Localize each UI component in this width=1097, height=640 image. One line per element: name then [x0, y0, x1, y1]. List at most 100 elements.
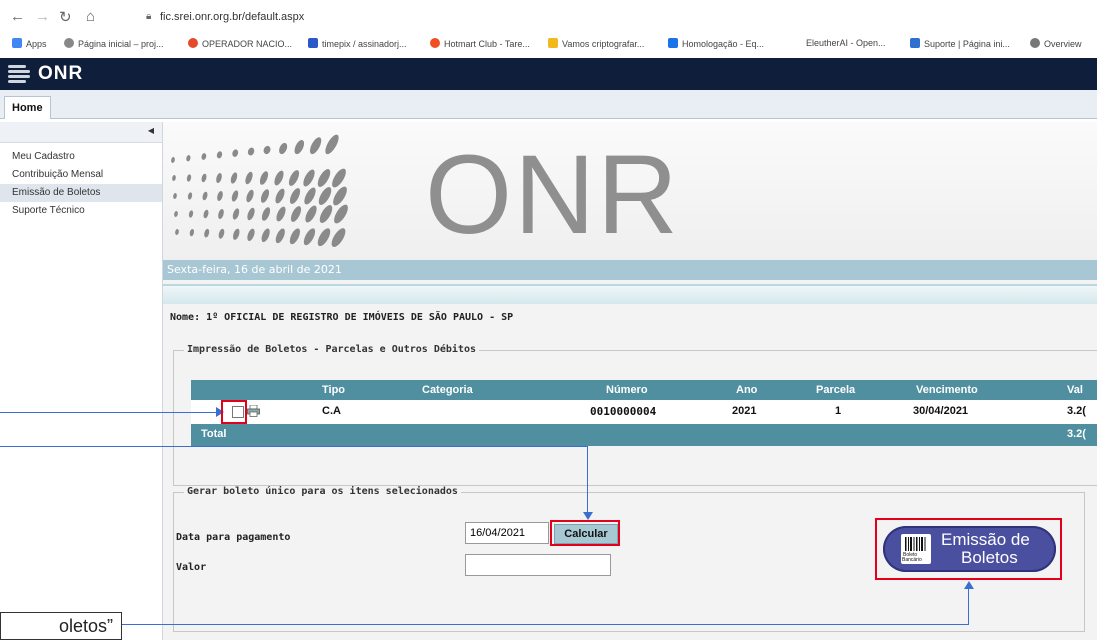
- swoosh-dot: [305, 205, 317, 223]
- arrow-to-calcular: [0, 446, 587, 447]
- arrowhead-icon: [583, 512, 593, 520]
- apps-grid-icon: [12, 38, 22, 48]
- callout-box: oletos”: [0, 612, 122, 640]
- registrant-name: Nome: 1º OFICIAL DE REGISTRO DE IMÓVEIS …: [170, 312, 514, 323]
- arrowhead-icon: [964, 581, 974, 589]
- swoosh-dot: [279, 142, 288, 155]
- banner-brand: ONR: [425, 132, 680, 257]
- swoosh-dot: [204, 228, 210, 238]
- forward-arrow-icon[interactable]: →: [35, 8, 50, 25]
- swoosh-dot: [260, 189, 270, 203]
- cell-ano: 2021: [732, 405, 757, 417]
- bookmark-item[interactable]: timepix / assinadorj...: [308, 38, 407, 49]
- bookmark-item[interactable]: Hotmart Club - Tare...: [430, 38, 530, 49]
- site-icon: [188, 38, 198, 48]
- col-categoria[interactable]: Categoria: [422, 384, 473, 396]
- total-label: Total: [201, 428, 227, 440]
- swoosh-dot: [275, 228, 285, 244]
- col-vencimento[interactable]: Vencimento: [916, 384, 978, 396]
- banner: ONR: [163, 122, 1097, 260]
- table-row: C.A 0010000004 2021 1 30/04/2021 3.2(: [191, 400, 1097, 424]
- home-icon[interactable]: ⌂: [86, 8, 95, 25]
- payment-date-input[interactable]: [465, 522, 549, 544]
- barcode-label-2: Bancário: [902, 557, 922, 563]
- swoosh-dot: [232, 149, 239, 157]
- sidebar-item-emissao-boletos[interactable]: Emissão de Boletos: [0, 184, 162, 202]
- arrow-to-boleto: [122, 624, 969, 625]
- swoosh-dot: [175, 229, 179, 235]
- grid-header-row: Tipo Categoria Número Ano Parcela Vencim…: [191, 380, 1097, 400]
- callout-text: oletos”: [58, 616, 113, 636]
- swoosh-dot: [309, 137, 322, 155]
- swoosh-dot: [290, 206, 302, 222]
- valor-input[interactable]: [465, 554, 611, 576]
- gear-icon: [1030, 38, 1040, 48]
- valor-label: Valor: [176, 562, 207, 573]
- swoosh-dot: [172, 175, 176, 181]
- swoosh-dot: [276, 206, 286, 222]
- swoosh-dot: [245, 171, 253, 185]
- swoosh-dot: [188, 210, 194, 218]
- bookmark-item[interactable]: Suporte | Página ini...: [910, 38, 1010, 49]
- swoosh-dot: [217, 191, 223, 201]
- calcular-button[interactable]: Calcular: [554, 524, 618, 544]
- col-ano[interactable]: Ano: [736, 384, 757, 396]
- site-icon: [308, 38, 318, 48]
- cell-parcela: 1: [835, 405, 842, 417]
- single-boleto-legend: Gerar boleto único para os itens selecio…: [184, 486, 461, 497]
- bookmark-item[interactable]: Vamos criptografar...: [548, 38, 644, 49]
- swoosh-dot: [247, 207, 255, 221]
- swoosh-dot: [332, 168, 346, 188]
- col-tipo[interactable]: Tipo: [322, 384, 345, 396]
- tab-home[interactable]: Home: [4, 96, 51, 119]
- swoosh-dot: [259, 171, 269, 185]
- reload-icon[interactable]: ↻: [59, 8, 72, 26]
- bookmark-apps[interactable]: Apps: [12, 38, 47, 49]
- swoosh-dot: [201, 153, 207, 160]
- onr-swoosh-graphic: [171, 134, 348, 247]
- swoosh-dot: [247, 228, 255, 242]
- swoosh-dot: [319, 205, 333, 223]
- print-icon[interactable]: [247, 405, 260, 417]
- url-field[interactable]: fic.srei.onr.org.br/default.aspx: [160, 11, 304, 23]
- bookmark-item[interactable]: OPERADOR NACIO...: [188, 38, 292, 49]
- col-valor[interactable]: Val: [1067, 384, 1083, 396]
- swoosh-dot: [317, 169, 331, 187]
- boleto-button-line1: Emissão de: [941, 530, 1030, 549]
- emissao-boletos-button[interactable]: Boleto Bancário Emissão de Boletos: [883, 526, 1056, 572]
- sidebar-item-contribuicao[interactable]: Contribuição Mensal: [0, 166, 162, 184]
- globe-icon: [64, 38, 74, 48]
- swoosh-dot: [294, 140, 305, 155]
- azure-icon: [668, 38, 678, 48]
- site-icon: [910, 38, 920, 48]
- onr-logo-icon: [8, 63, 30, 85]
- swoosh-dot: [333, 186, 347, 206]
- swoosh-dot: [187, 192, 193, 200]
- back-arrow-icon[interactable]: ←: [10, 8, 25, 25]
- swoosh-dot: [289, 228, 300, 245]
- separator-strip: [163, 284, 1097, 304]
- swoosh-dot: [203, 209, 209, 219]
- col-numero[interactable]: Número: [606, 384, 648, 396]
- swoosh-dot: [232, 208, 240, 220]
- date-strip: Sexta-feira, 16 de abril de 2021: [163, 260, 1097, 280]
- swoosh-dot: [218, 228, 225, 239]
- swoosh-dot: [171, 157, 175, 163]
- swoosh-dot: [325, 134, 339, 155]
- collapse-arrow-icon[interactable]: ◀: [148, 126, 154, 135]
- bookmark-item[interactable]: Página inicial – proj...: [64, 38, 164, 49]
- sidebar: ◀ Meu Cadastro Contribuição Mensal Emiss…: [0, 122, 163, 640]
- swoosh-dot: [247, 147, 255, 156]
- sidebar-item-suporte[interactable]: Suporte Técnico: [0, 202, 162, 220]
- bookmarks-bar: Apps Página inicial – proj... OPERADOR N…: [0, 34, 1097, 59]
- sidebar-item-meu-cadastro[interactable]: Meu Cadastro: [0, 148, 162, 166]
- bookmark-item[interactable]: Homologação - Eq...: [668, 38, 764, 49]
- bookmark-item[interactable]: Overview: [1030, 38, 1082, 49]
- bookmark-item[interactable]: EleutherAI - Open...: [806, 38, 886, 48]
- tab-bar: Home: [0, 90, 1097, 119]
- swoosh-dot: [246, 189, 254, 203]
- sidebar-header: ◀: [0, 122, 162, 143]
- swoosh-dot: [173, 193, 177, 199]
- col-parcela[interactable]: Parcela: [816, 384, 855, 396]
- cell-tipo: C.A: [322, 405, 341, 417]
